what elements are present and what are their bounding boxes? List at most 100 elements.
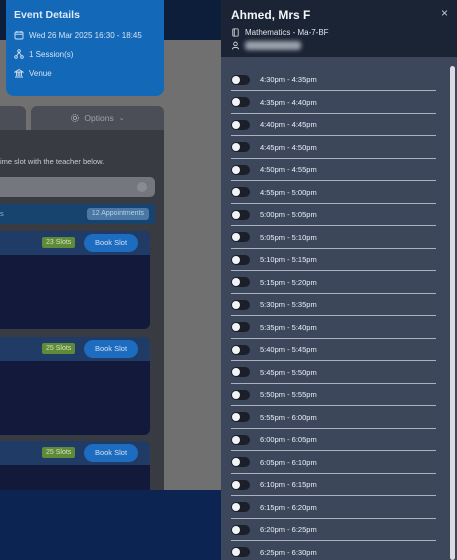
slot-toggle[interactable] (231, 547, 250, 557)
slot-toggle[interactable] (231, 479, 250, 490)
slot-toggle[interactable] (231, 344, 250, 355)
slot-time-label: 6:00pm - 6:05pm (260, 435, 317, 444)
slot-toggle[interactable] (231, 187, 250, 197)
options-tab[interactable]: Options ⌄ (31, 106, 164, 130)
event-details-title: Event Details (14, 9, 80, 21)
time-slot-row[interactable]: 5:15pm - 5:20pm (231, 272, 436, 294)
time-slot-row[interactable]: 5:40pm - 5:45pm (231, 339, 436, 361)
time-slot-row[interactable]: 5:00pm - 5:05pm (231, 204, 436, 226)
book-slot-button[interactable]: Book Slot (84, 234, 138, 252)
slot-toggle[interactable] (231, 277, 250, 287)
slot-time-label: 5:05pm - 5:10pm (260, 232, 317, 242)
time-slot-row[interactable]: 4:40pm - 4:45pm (231, 114, 436, 136)
time-slot-row[interactable]: 4:55pm - 5:00pm (231, 182, 436, 204)
slot-time-label: 5:35pm - 5:40pm (260, 322, 317, 332)
tab-left[interactable] (0, 106, 26, 130)
calendar-icon (14, 31, 24, 40)
slot-toggle[interactable] (231, 119, 250, 130)
slot-toggle[interactable] (231, 524, 250, 535)
chevron-down-icon: ⌄ (118, 115, 125, 122)
time-slot-row[interactable]: 4:50pm - 4:55pm (231, 159, 436, 181)
gear-icon (71, 114, 80, 122)
slot-time-label: 6:20pm - 6:25pm (260, 525, 317, 534)
appointments-badge: 12 Appointments (86, 208, 149, 220)
slot-time-label: 6:15pm - 6:20pm (260, 502, 317, 512)
slot-time-label: 5:30pm - 5:35pm (260, 300, 317, 309)
slot-toggle[interactable] (231, 457, 250, 467)
slot-time-label: 5:15pm - 5:20pm (260, 277, 317, 287)
teacher-name: Ahmed, Mrs F (231, 8, 311, 22)
slot-toggle[interactable] (231, 502, 250, 512)
scrollbar[interactable] (450, 66, 455, 560)
slot-time-label: 5:45pm - 5:50pm (260, 367, 317, 377)
time-slot-row[interactable]: 5:45pm - 5:50pm (231, 362, 436, 384)
slot-toggle[interactable] (231, 74, 250, 85)
book-slot-button[interactable]: Book Slot (84, 444, 138, 462)
event-venue-row: Venue (14, 68, 156, 78)
event-date: Wed 26 Mar 2025 16:30 - 18:45 (29, 30, 142, 40)
event-venue: Venue (29, 68, 52, 78)
slot-toggle[interactable] (231, 389, 250, 400)
slot-toggle[interactable] (231, 299, 250, 310)
slot-card-header: 25 Slots Book Slot (0, 337, 150, 361)
appointments-bar: s 12 Appointments (0, 204, 155, 224)
time-slot-row[interactable]: 6:05pm - 6:10pm (231, 452, 436, 474)
chevron-down-icon (137, 182, 147, 192)
slot-toggle[interactable] (231, 142, 250, 152)
slot-time-label: 5:00pm - 5:05pm (260, 210, 317, 219)
slot-time-label: 5:40pm - 5:45pm (260, 345, 317, 354)
teacher-slot-card: 23 Slots Book Slot (0, 231, 150, 329)
time-slot-row[interactable]: 5:10pm - 5:15pm (231, 249, 436, 271)
slot-time-label: 6:25pm - 6:30pm (260, 547, 317, 557)
slot-time-label: 5:55pm - 6:00pm (260, 412, 317, 422)
time-slot-row[interactable]: 6:20pm - 6:25pm (231, 519, 436, 541)
slot-time-label: 6:05pm - 6:10pm (260, 457, 317, 467)
time-slot-row[interactable]: 6:25pm - 6:30pm (231, 542, 436, 560)
time-slot-row[interactable]: 6:10pm - 6:15pm (231, 474, 436, 496)
time-slot-row[interactable]: 5:55pm - 6:00pm (231, 407, 436, 429)
slot-picker-drawer: Ahmed, Mrs F × Mathematics - Ma-7-BF 4:3… (221, 0, 457, 560)
student-row (231, 41, 301, 50)
time-slot-row[interactable]: 5:30pm - 5:35pm (231, 294, 436, 316)
options-label: Options (84, 113, 114, 123)
slot-time-label: 5:10pm - 5:15pm (260, 255, 317, 264)
slot-time-label: 4:35pm - 4:40pm (260, 97, 317, 107)
slot-toggle[interactable] (231, 412, 250, 422)
slot-time-label: 4:45pm - 4:50pm (260, 142, 317, 152)
time-slot-row[interactable]: 4:30pm - 4:35pm (231, 69, 436, 91)
time-slot-row[interactable]: 5:50pm - 5:55pm (231, 384, 436, 406)
slot-time-label: 4:30pm - 4:35pm (260, 75, 317, 84)
time-slot-row[interactable]: 4:35pm - 4:40pm (231, 92, 436, 114)
slot-list: 4:30pm - 4:35pm 4:35pm - 4:40pm 4:40pm - 4… (221, 57, 457, 560)
book-icon (232, 28, 239, 37)
close-icon[interactable]: × (441, 6, 448, 20)
teacher-slot-card: 25 Slots Book Slot (0, 337, 150, 435)
slot-count-badge: 23 Slots (42, 237, 76, 248)
time-slot-row[interactable]: 4:45pm - 4:50pm (231, 137, 436, 159)
slot-toggle[interactable] (231, 97, 250, 107)
building-icon (14, 68, 24, 78)
slot-toggle[interactable] (231, 232, 250, 242)
slot-toggle[interactable] (231, 367, 250, 377)
slot-time-label: 4:50pm - 4:55pm (260, 165, 317, 174)
slot-count-badge: 25 Slots (42, 343, 76, 354)
slot-toggle[interactable] (231, 164, 250, 175)
subject-row: Mathematics - Ma-7-BF (231, 28, 329, 37)
slot-toggle[interactable] (231, 254, 250, 265)
slot-toggle[interactable] (231, 322, 250, 332)
time-slot-row[interactable]: 5:35pm - 5:40pm (231, 317, 436, 339)
slot-count-badge: 25 Slots (42, 447, 76, 458)
subject-text: Mathematics - Ma-7-BF (245, 28, 329, 37)
book-slot-button[interactable]: Book Slot (84, 340, 138, 358)
time-slot-row[interactable]: 6:15pm - 6:20pm (231, 497, 436, 519)
teacher-select[interactable] (0, 177, 155, 197)
slot-toggle[interactable] (231, 209, 250, 220)
slot-time-label: 5:50pm - 5:55pm (260, 390, 317, 399)
time-slot-row[interactable]: 6:00pm - 6:05pm (231, 429, 436, 451)
event-details-card: Event Details Wed 26 Mar 2025 16:30 - 18… (6, 0, 164, 96)
slot-toggle[interactable] (231, 434, 250, 445)
time-slot-row[interactable]: 5:05pm - 5:10pm (231, 227, 436, 249)
event-sessions-row: 1 Session(s) (14, 49, 156, 59)
blurred-student-name (245, 41, 301, 50)
slot-card-header: 25 Slots Book Slot (0, 441, 150, 465)
